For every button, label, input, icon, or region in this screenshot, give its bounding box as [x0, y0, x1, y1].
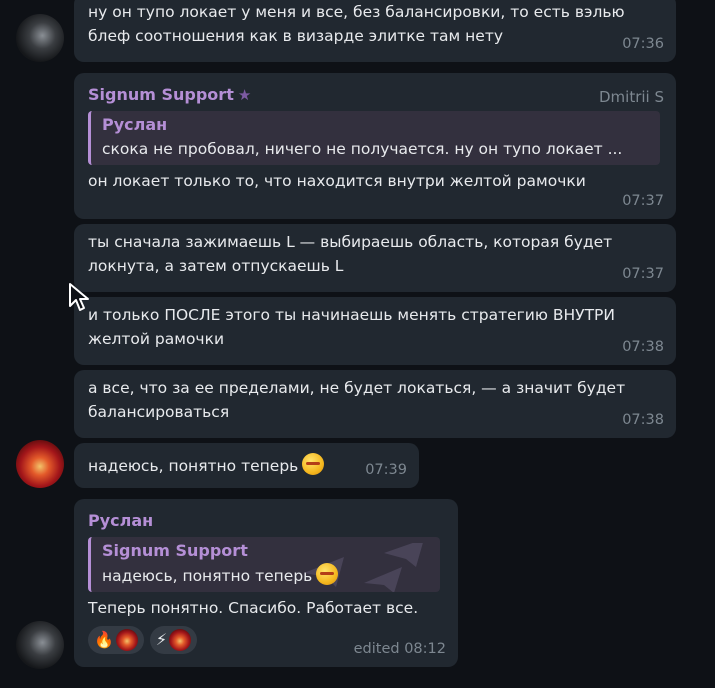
reply-quote[interactable]: Руслан скока не пробовал, ничего не полу…	[88, 111, 660, 165]
sender-name[interactable]: Signum Support	[88, 85, 234, 104]
message-text-line: балансироваться	[88, 403, 230, 421]
message-bubble: Signum Support ★ Dmitrii S Руслан скока н…	[74, 73, 676, 219]
message-bubble: ты сначала зажимаешь L — выбираешь облас…	[74, 224, 676, 292]
star-icon: ★	[237, 86, 252, 104]
message-bubble: а все, что за ее пределами, не будет лок…	[74, 370, 676, 438]
message-text: Теперь понятно. Спасибо. Работает все.	[88, 599, 419, 617]
confounded-face-emoji-icon	[302, 453, 325, 475]
message-text-line: желтой рамочки	[88, 330, 225, 348]
reaction-lightning[interactable]: ⚡	[149, 626, 198, 654]
message-bubble: ну он тупо локает у меня и все, без бала…	[74, 0, 676, 62]
message-text-line: и только ПОСЛЕ этого ты начинаешь менять…	[88, 306, 615, 324]
message-time: 07:37	[622, 266, 664, 282]
lightning-icon: ⚡	[155, 630, 168, 649]
message-time: 07:36	[622, 36, 664, 52]
reactor-avatar	[115, 629, 138, 651]
message-time: 07:38	[622, 339, 664, 355]
message-time: 07:37	[622, 193, 664, 209]
telegram-pattern-icon	[304, 543, 423, 592]
message-time: 07:38	[622, 412, 664, 428]
reactor-avatar	[169, 629, 192, 651]
message-bubble: надеюсь, понятно теперь 07:39	[74, 443, 419, 488]
quote-text: надеюсь, понятно теперь	[102, 567, 313, 585]
sender-rank: Dmitrii S	[598, 88, 664, 106]
message-bubble: и только ПОСЛЕ этого ты начинаешь менять…	[74, 297, 676, 365]
message-text-line: локнута, а затем отпускаешь L	[88, 257, 344, 275]
quote-text: скока не пробовал, ничего не получается.…	[102, 140, 623, 158]
avatar-support[interactable]	[16, 440, 64, 488]
reaction-fire[interactable]: 🔥	[88, 626, 144, 654]
chat-area: ну он тупо локает у меня и все, без бала…	[0, 0, 715, 688]
sender-line: Signum Support ★	[88, 83, 662, 107]
reply-quote[interactable]: Signum Support надеюсь, понятно теперь	[88, 537, 440, 592]
message-text-line: блеф соотношения как в визарде элитке та…	[88, 27, 504, 45]
message-time: edited 08:12	[353, 641, 446, 657]
message-bubble: Руслан Signum Support надеюсь, понятно т…	[74, 499, 458, 667]
message-text: надеюсь, понятно теперь	[88, 457, 299, 475]
quote-author: Руслан	[102, 115, 168, 134]
message-time: 07:39	[365, 462, 407, 478]
fire-icon: 🔥	[94, 630, 114, 649]
avatar-user[interactable]	[16, 621, 64, 669]
message-text-line: ты сначала зажимаешь L — выбираешь облас…	[88, 233, 613, 251]
message-text-line: а все, что за ее пределами, не будет лок…	[88, 379, 626, 397]
message-text-line: ну он тупо локает у меня и все, без бала…	[88, 3, 625, 21]
message-text: он локает только то, что находится внутр…	[88, 172, 586, 190]
avatar-user[interactable]	[16, 14, 64, 62]
mouse-pointer-icon	[69, 283, 89, 311]
sender-name[interactable]: Руслан	[88, 509, 444, 533]
